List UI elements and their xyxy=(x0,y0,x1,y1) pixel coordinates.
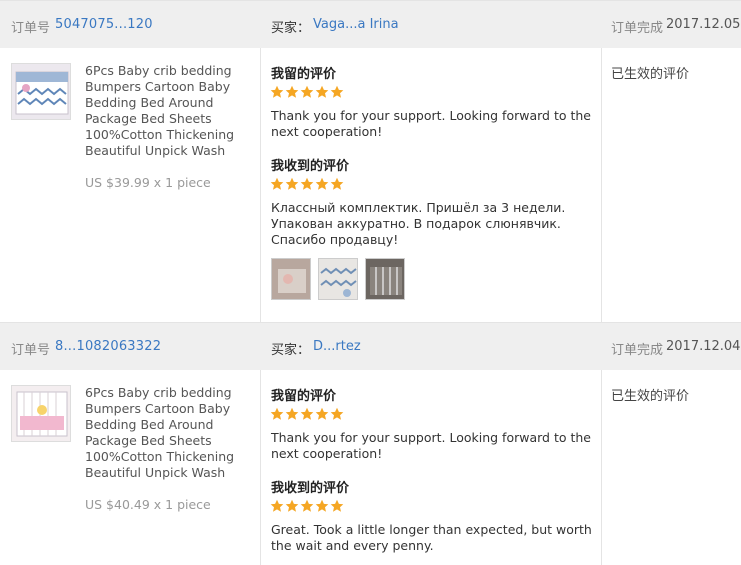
star-icon xyxy=(300,177,314,190)
received-review-stars xyxy=(270,177,344,193)
column-divider xyxy=(260,48,261,322)
order-date: 2017.12.04 xyxy=(666,339,741,354)
review-photo[interactable] xyxy=(365,258,405,300)
star-icon xyxy=(300,407,314,420)
star-icon xyxy=(270,499,284,512)
received-review-text: Great. Took a little longer than expecte… xyxy=(271,522,592,553)
product-price: US $39.99 x 1 piece xyxy=(85,175,211,190)
received-review-stars xyxy=(270,499,344,515)
order-number-link[interactable]: 5047075...120 xyxy=(55,17,153,32)
order-header: 订单号 8...1082063322 买家： D...rtez 订单完成 201… xyxy=(0,322,741,370)
star-icon xyxy=(270,85,284,98)
my-review-stars xyxy=(270,407,344,423)
star-icon xyxy=(285,177,299,190)
star-icon xyxy=(330,177,344,190)
order-card: 订单号 5047075...120 买家： Vaga...a Irina 订单完… xyxy=(0,0,741,322)
star-icon xyxy=(270,407,284,420)
review-status: 已生效的评价 xyxy=(611,67,690,82)
review-photo[interactable] xyxy=(318,258,358,300)
star-icon xyxy=(270,177,284,190)
product-title-link[interactable]: 6Pcs Baby crib bedding Bumpers Cartoon B… xyxy=(85,385,255,481)
received-review-text: Классный комплектик. Пришёл за 3 недели.… xyxy=(271,200,566,247)
star-icon xyxy=(315,499,329,512)
buyer-name-link[interactable]: Vaga...a Irina xyxy=(313,17,399,32)
star-icon xyxy=(315,177,329,190)
column-divider xyxy=(260,370,261,565)
order-card: 订单号 8...1082063322 买家： D...rtez 订单完成 201… xyxy=(0,322,741,565)
star-icon xyxy=(285,407,299,420)
star-icon xyxy=(285,85,299,98)
star-icon xyxy=(300,85,314,98)
product-price: US $40.49 x 1 piece xyxy=(85,497,211,512)
product-thumbnail[interactable] xyxy=(11,63,71,120)
star-icon xyxy=(330,407,344,420)
star-icon xyxy=(285,499,299,512)
star-icon xyxy=(315,85,329,98)
star-icon xyxy=(315,407,329,420)
review-status: 已生效的评价 xyxy=(611,389,690,404)
product-thumbnail[interactable] xyxy=(11,385,71,442)
product-title-link[interactable]: 6Pcs Baby crib bedding Bumpers Cartoon B… xyxy=(85,63,255,159)
order-header: 订单号 5047075...120 买家： Vaga...a Irina 订单完… xyxy=(0,0,741,48)
star-icon xyxy=(300,499,314,512)
review-photo[interactable] xyxy=(271,258,311,300)
my-review-heading: 我留的评价 xyxy=(271,67,337,82)
buyer-label: 买家： xyxy=(271,343,311,358)
order-status: 订单完成 xyxy=(611,21,664,36)
star-icon xyxy=(330,85,344,98)
column-divider xyxy=(601,370,602,565)
buyer-label: 买家： xyxy=(271,21,311,36)
my-review-stars xyxy=(270,85,344,101)
column-divider xyxy=(601,48,602,322)
order-status: 订单完成 xyxy=(611,343,664,358)
my-review-heading: 我留的评价 xyxy=(271,389,337,404)
star-icon xyxy=(330,499,344,512)
order-number-label: 订单号 xyxy=(11,21,51,36)
my-review-text: Thank you for your support. Looking forw… xyxy=(271,108,591,139)
received-review-heading: 我收到的评价 xyxy=(271,159,350,174)
order-date: 2017.12.05 xyxy=(666,17,741,32)
my-review-text: Thank you for your support. Looking forw… xyxy=(271,430,591,461)
order-number-link[interactable]: 8...1082063322 xyxy=(55,339,161,354)
order-number-label: 订单号 xyxy=(11,343,51,358)
buyer-name-link[interactable]: D...rtez xyxy=(313,339,361,354)
received-review-heading: 我收到的评价 xyxy=(271,481,350,496)
